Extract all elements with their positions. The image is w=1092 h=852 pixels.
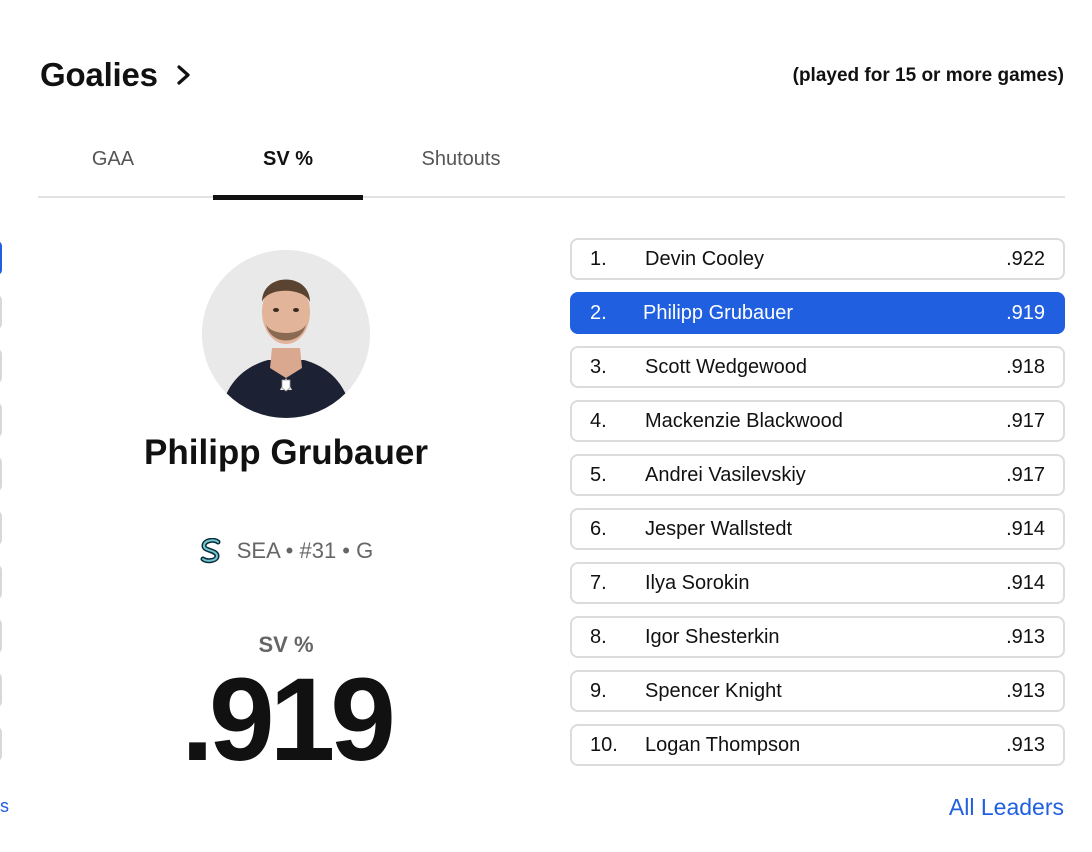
featured-player-meta: SEA • #31 • G (136, 538, 436, 564)
leader-value: .913 (1006, 679, 1045, 702)
leader-row[interactable]: 9. Spencer Knight .913 (570, 670, 1065, 712)
adjacent-list-item[interactable] (0, 457, 2, 491)
leader-name: Ilya Sorokin (645, 571, 750, 594)
leader-rank: 7. (590, 571, 607, 594)
tab-sv-percent[interactable]: SV % (213, 130, 363, 200)
leader-name: Andrei Vasilevskiy (645, 463, 806, 486)
leader-name: Logan Thompson (645, 733, 801, 756)
adjacent-list-item[interactable] (0, 403, 2, 437)
leader-value: .917 (1006, 463, 1045, 486)
leader-value: .922 (1006, 247, 1045, 270)
adjacent-list-item[interactable] (0, 565, 2, 599)
leader-row[interactable]: 4. Mackenzie Blackwood .917 (570, 400, 1065, 442)
leader-name: Igor Shesterkin (645, 625, 780, 648)
leader-row-selected[interactable]: 2. Philipp Grubauer .919 (570, 292, 1065, 334)
adjacent-list-item[interactable] (0, 727, 2, 761)
leader-row[interactable]: 6. Jesper Wallstedt .914 (570, 508, 1065, 550)
leader-rank: 10. (590, 733, 618, 756)
leader-rank: 5. (590, 463, 607, 486)
leader-row[interactable]: 10. Logan Thompson .913 (570, 724, 1065, 766)
leader-name: Jesper Wallstedt (645, 517, 793, 540)
player-headshot (202, 250, 370, 418)
leader-name: Scott Wedgewood (645, 355, 807, 378)
tab-gaa[interactable]: GAA (38, 130, 188, 198)
leader-rank: 9. (590, 679, 607, 702)
leader-rank: 2. (590, 301, 607, 324)
section-title-link[interactable]: Goalies (40, 56, 194, 94)
leader-rank: 6. (590, 517, 607, 540)
chevron-right-icon (177, 65, 190, 85)
leader-row[interactable]: 8. Igor Shesterkin .913 (570, 616, 1065, 658)
featured-player-name[interactable]: Philipp Grubauer (136, 432, 436, 474)
leader-rank: 1. (590, 247, 607, 270)
kraken-logo-icon (200, 538, 221, 564)
adjacent-link-fragment[interactable]: s (0, 796, 9, 817)
player-headshot-image (202, 250, 370, 418)
leader-value: .917 (1006, 409, 1045, 432)
leader-name: Devin Cooley (645, 247, 764, 270)
tab-shutouts[interactable]: Shutouts (386, 130, 536, 198)
adjacent-list-item[interactable] (0, 511, 2, 545)
adjacent-list-item[interactable] (0, 619, 2, 653)
leader-value: .913 (1006, 733, 1045, 756)
leader-value: .914 (1006, 571, 1045, 594)
leader-name: Spencer Knight (645, 679, 782, 702)
leader-rank: 4. (590, 409, 607, 432)
qualifier-note: (played for 15 or more games) (792, 65, 1064, 86)
leader-value: .919 (1006, 301, 1045, 324)
section-title: Goalies (40, 56, 158, 93)
leader-value: .914 (1006, 517, 1045, 540)
adjacent-list-item[interactable] (0, 673, 2, 707)
adjacent-list-item[interactable] (0, 349, 2, 383)
leader-value: .918 (1006, 355, 1045, 378)
featured-stat-value: .919 (181, 654, 396, 786)
adjacent-list-item[interactable] (0, 241, 2, 275)
leader-name: Mackenzie Blackwood (645, 409, 843, 432)
team-number-position: SEA • #31 • G (236, 538, 374, 563)
leaders-list: 1. Devin Cooley .922 2. Philipp Grubauer… (570, 238, 1065, 778)
leader-rank: 8. (590, 625, 607, 648)
leader-row[interactable]: 5. Andrei Vasilevskiy .917 (570, 454, 1065, 496)
leader-name: Philipp Grubauer (643, 301, 794, 324)
adjacent-list-item[interactable] (0, 295, 2, 329)
leader-rank: 3. (590, 355, 607, 378)
leader-row[interactable]: 1. Devin Cooley .922 (570, 238, 1065, 280)
leader-row[interactable]: 7. Ilya Sorokin .914 (570, 562, 1065, 604)
leader-value: .913 (1006, 625, 1045, 648)
leader-row[interactable]: 3. Scott Wedgewood .918 (570, 346, 1065, 388)
stat-tabs: GAA SV % Shutouts (38, 130, 1065, 200)
all-leaders-link[interactable]: All Leaders (949, 794, 1064, 821)
